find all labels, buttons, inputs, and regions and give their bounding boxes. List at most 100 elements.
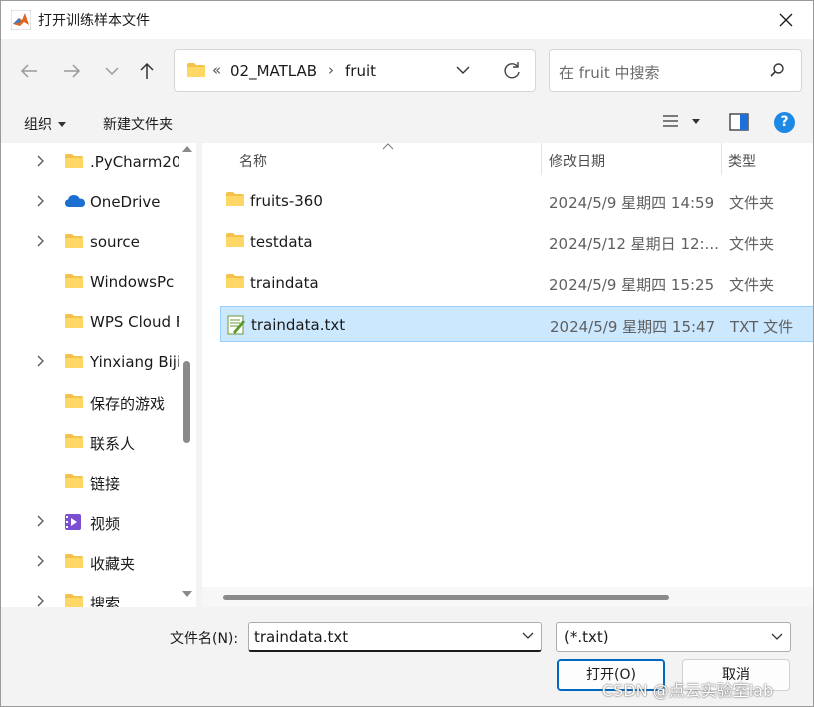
file-type: 文件夹 bbox=[729, 276, 775, 294]
folder-icon bbox=[64, 353, 84, 373]
file-name: traindata bbox=[250, 274, 319, 292]
arrow-up-icon bbox=[140, 62, 154, 79]
tree-item[interactable]: source bbox=[1, 223, 179, 263]
recent-locations-button[interactable] bbox=[97, 56, 127, 86]
new-folder-button[interactable]: 新建文件夹 bbox=[103, 114, 173, 134]
title-bar: 打开训练样本文件 bbox=[1, 1, 813, 39]
tree-scroll-thumb[interactable] bbox=[183, 361, 190, 443]
folder-icon bbox=[225, 232, 245, 252]
column-header-type[interactable]: 类型 bbox=[728, 151, 756, 183]
watermark: CSDN @点云实验室lab bbox=[602, 681, 774, 700]
folder-icon bbox=[64, 473, 84, 493]
chevron-right-icon[interactable] bbox=[37, 355, 45, 371]
folder-icon bbox=[64, 593, 84, 607]
tree-item[interactable]: 搜索 bbox=[1, 583, 179, 607]
address-segment-02-matlab[interactable]: 02_MATLAB bbox=[230, 62, 317, 80]
tree-item-label: .PyCharm20 bbox=[90, 153, 182, 171]
tree-item-label: OneDrive bbox=[90, 193, 161, 211]
organize-button[interactable]: 组织 bbox=[24, 114, 66, 134]
preview-pane-icon[interactable] bbox=[729, 113, 749, 131]
folder-icon bbox=[64, 233, 84, 253]
view-options-button[interactable] bbox=[663, 115, 700, 127]
horizontal-scrollbar[interactable] bbox=[202, 587, 813, 607]
tree-item[interactable]: 链接 bbox=[1, 463, 179, 503]
folder-icon bbox=[225, 273, 245, 293]
folder-icon bbox=[64, 433, 84, 453]
chevron-right-icon[interactable] bbox=[37, 195, 45, 211]
tree-item[interactable]: .PyCharm20 bbox=[1, 143, 182, 183]
tree-item[interactable]: WPS Cloud F bbox=[1, 303, 184, 343]
file-row[interactable]: testdata 2024/5/12 星期日 12:... 文件夹 bbox=[220, 224, 813, 260]
file-date: 2024/5/12 星期日 12:... bbox=[549, 235, 719, 253]
refresh-icon[interactable] bbox=[501, 60, 523, 82]
file-type: 文件夹 bbox=[729, 194, 775, 212]
tree-item[interactable]: OneDrive bbox=[1, 183, 179, 223]
filetype-value: (*.txt) bbox=[564, 628, 609, 646]
back-button[interactable] bbox=[14, 56, 44, 86]
tree-item-label: 链接 bbox=[90, 475, 121, 493]
search-input[interactable]: 在 fruit 中搜索 bbox=[549, 49, 802, 92]
tree-item[interactable]: 视频 bbox=[1, 503, 179, 543]
tree-item-label: source bbox=[90, 233, 140, 251]
chevron-down-icon bbox=[771, 633, 783, 640]
filename-label: 文件名(N): bbox=[170, 631, 239, 647]
tree-item[interactable]: 联系人 bbox=[1, 423, 179, 463]
cloud-icon bbox=[64, 193, 86, 213]
tree-item[interactable]: 收藏夹 bbox=[1, 543, 179, 583]
filename-input[interactable]: traindata.txt bbox=[248, 622, 542, 652]
chevron-down-icon bbox=[105, 67, 119, 76]
close-icon bbox=[779, 13, 793, 27]
folder-icon bbox=[64, 273, 84, 293]
column-header-date[interactable]: 修改日期 bbox=[549, 151, 605, 183]
forward-button[interactable] bbox=[57, 56, 87, 86]
column-header-name[interactable]: 名称 bbox=[239, 151, 267, 183]
tree-item-label: WindowsPc bbox=[90, 273, 175, 291]
file-row[interactable]: fruits-360 2024/5/9 星期四 14:59 文件夹 bbox=[220, 183, 813, 219]
dialog-footer: 文件名(N): traindata.txt (*.txt) 打开(O) 取消 C… bbox=[1, 607, 813, 706]
navigation-bar: « 02_MATLAB › fruit 在 fruit 中搜索 bbox=[1, 39, 813, 103]
address-separator: › bbox=[328, 61, 334, 79]
file-name: traindata.txt bbox=[251, 316, 346, 334]
folder-icon bbox=[64, 313, 84, 333]
folder-icon bbox=[64, 553, 84, 573]
scroll-down-icon[interactable] bbox=[182, 591, 192, 598]
chevron-right-icon[interactable] bbox=[37, 595, 45, 607]
tree-scrollbar[interactable] bbox=[179, 143, 196, 607]
file-list: 名称 修改日期 类型 fruits-360 2024/5/9 星期四 14:59 文… bbox=[202, 143, 813, 607]
file-row[interactable]: traindata 2024/5/9 星期四 15:25 文件夹 bbox=[220, 265, 813, 301]
tree-item-label: WPS Cloud F bbox=[90, 313, 185, 331]
chevron-right-icon[interactable] bbox=[37, 515, 45, 531]
address-bar[interactable]: « 02_MATLAB › fruit bbox=[174, 49, 536, 92]
filename-value[interactable]: traindata.txt bbox=[254, 628, 348, 646]
folder-icon bbox=[64, 393, 84, 413]
command-bar: 组织 新建文件夹 ? bbox=[1, 103, 813, 143]
address-segment-fruit[interactable]: fruit bbox=[345, 62, 376, 80]
filetype-select[interactable]: (*.txt) bbox=[556, 622, 791, 652]
chevron-right-icon[interactable] bbox=[37, 155, 45, 171]
tree-item-label: Yinxiang Biji bbox=[90, 353, 182, 371]
tree-item[interactable]: WindowsPc bbox=[1, 263, 179, 303]
tree-item[interactable]: Yinxiang Biji bbox=[1, 343, 182, 383]
file-date: 2024/5/9 星期四 15:25 bbox=[549, 276, 715, 294]
chevron-right-icon[interactable] bbox=[37, 555, 45, 571]
column-divider[interactable] bbox=[721, 143, 722, 175]
horizontal-scroll-thumb[interactable] bbox=[223, 595, 669, 600]
help-button[interactable]: ? bbox=[774, 112, 795, 133]
up-button[interactable] bbox=[132, 56, 162, 86]
list-view-icon bbox=[663, 115, 678, 127]
chevron-down-icon[interactable] bbox=[521, 629, 535, 643]
tree-item[interactable]: 保存的游戏 bbox=[1, 383, 179, 423]
tree-item-label: 收藏夹 bbox=[90, 555, 136, 573]
scroll-up-icon[interactable] bbox=[182, 145, 192, 152]
text-file-icon bbox=[226, 315, 246, 339]
file-row[interactable]: traindata.txt 2024/5/9 星期四 15:47 TXT 文件 bbox=[220, 306, 813, 342]
file-type: TXT 文件 bbox=[730, 318, 794, 336]
folder-icon bbox=[64, 153, 84, 173]
close-button[interactable] bbox=[763, 1, 809, 39]
column-divider[interactable] bbox=[541, 143, 542, 175]
file-name: testdata bbox=[250, 233, 313, 251]
address-overflow[interactable]: « bbox=[212, 61, 221, 79]
window-title: 打开训练样本文件 bbox=[38, 13, 150, 29]
chevron-right-icon[interactable] bbox=[37, 235, 45, 251]
chevron-down-icon[interactable] bbox=[455, 62, 471, 78]
